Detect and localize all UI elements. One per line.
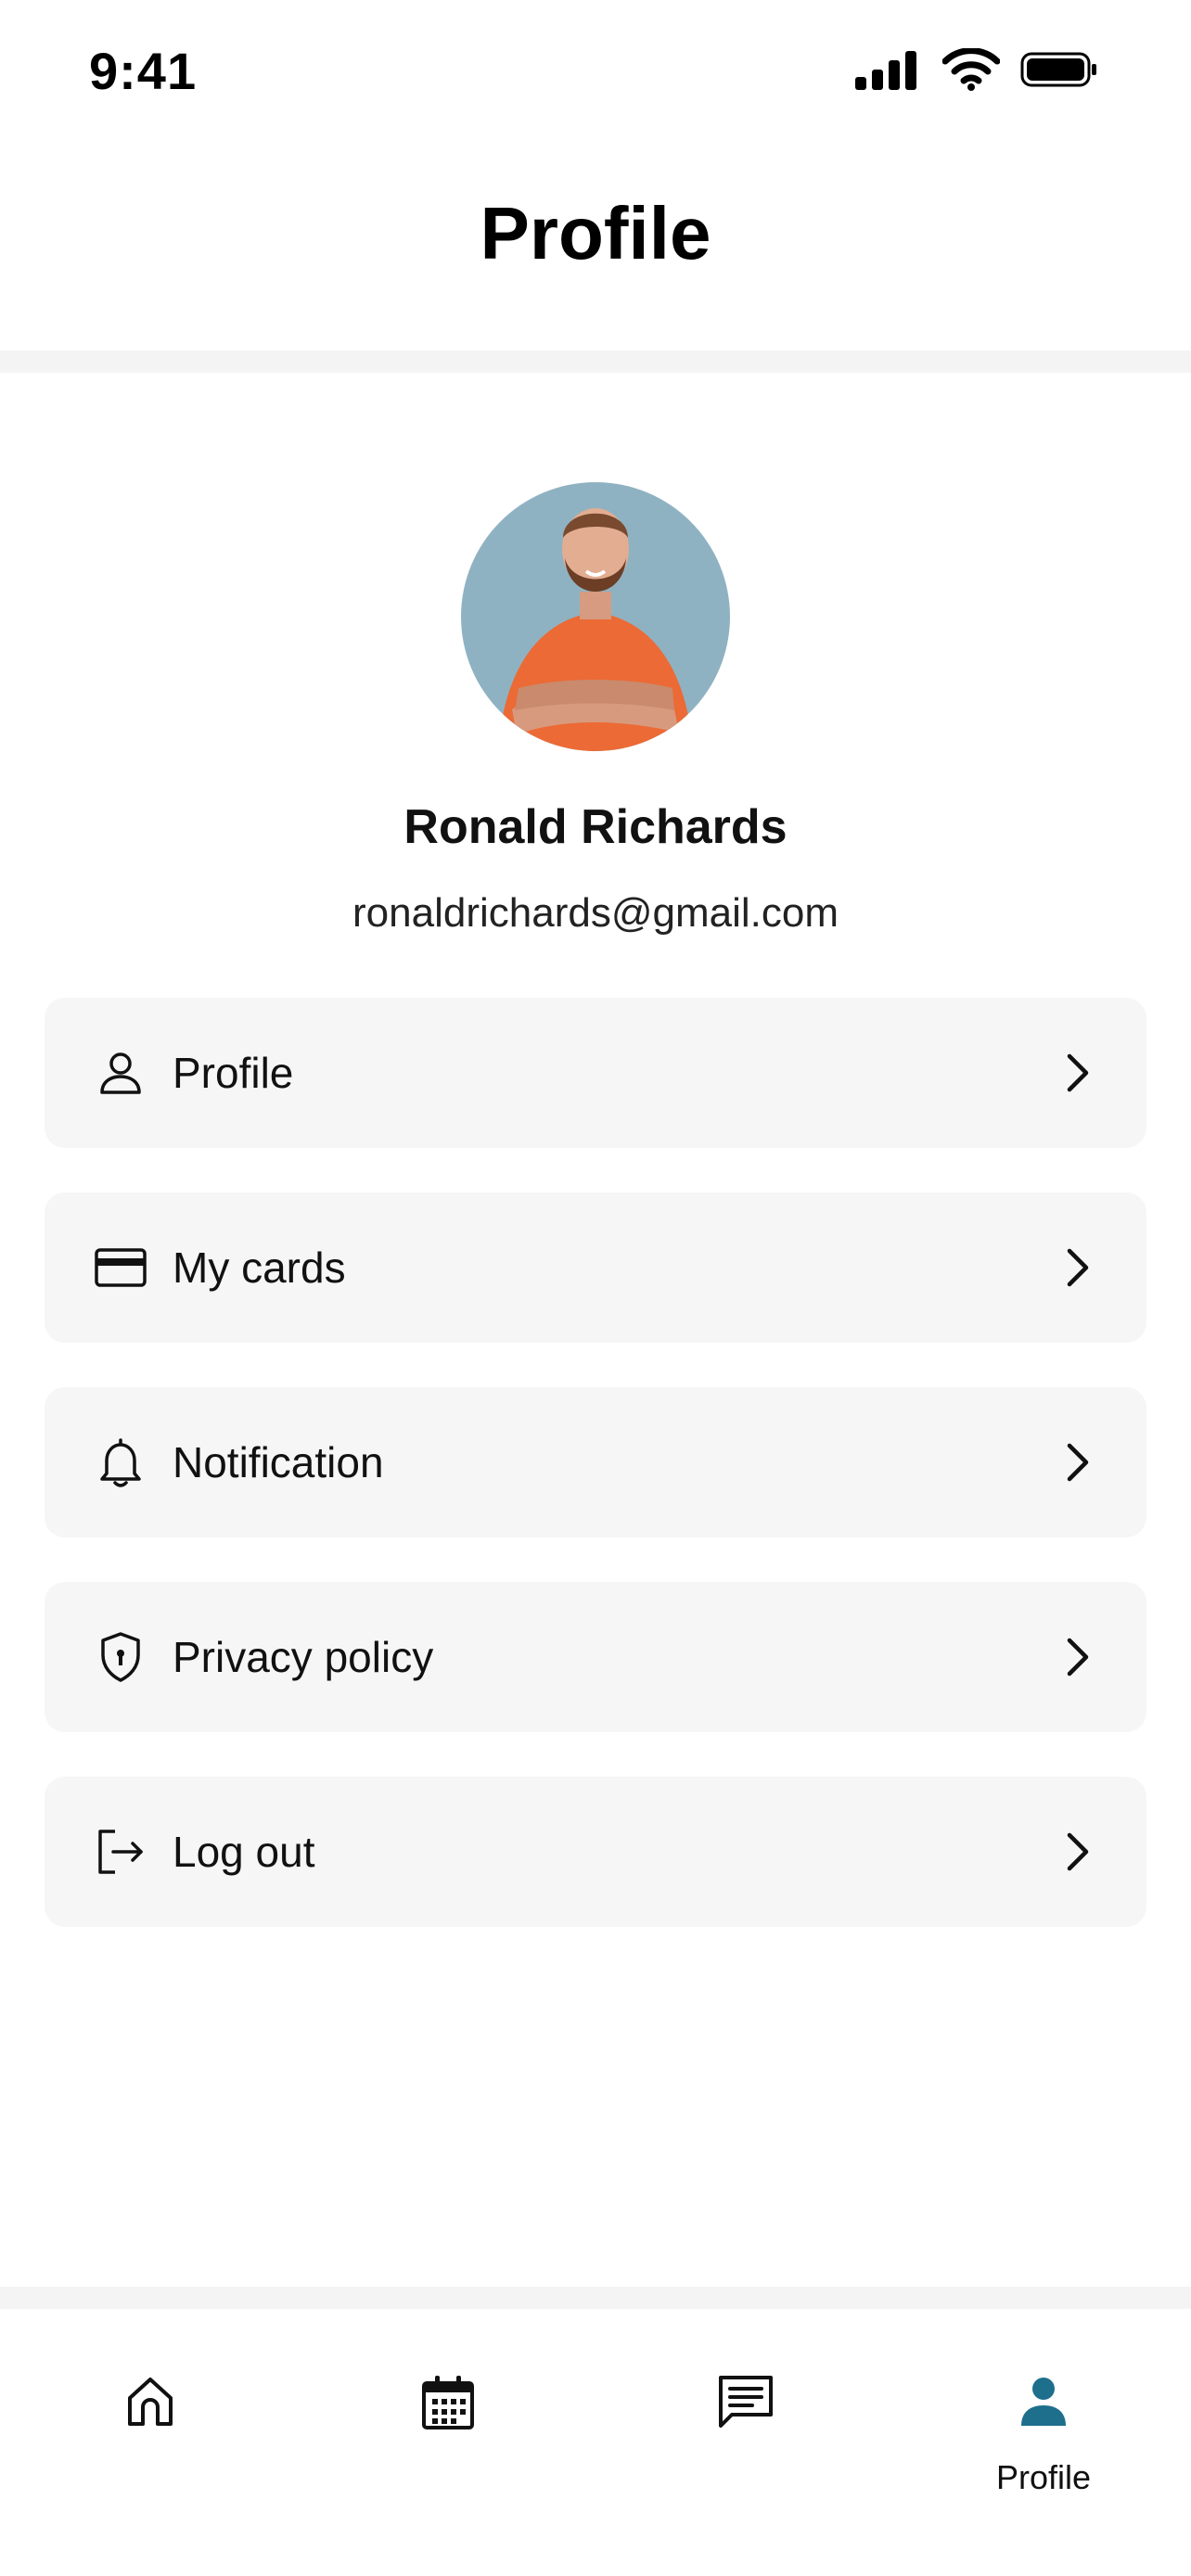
chevron-right-icon [1059,1436,1096,1488]
tab-home[interactable] [95,2374,206,2513]
menu-item-notification[interactable]: Notification [45,1387,1146,1537]
shield-icon [93,1629,148,1685]
user-name: Ronald Richards [403,800,788,854]
signal-icon [855,49,922,95]
avatar [461,482,730,751]
wifi-icon [941,47,1001,96]
menu-item-label: Profile [173,1049,294,1097]
menu-item-my-cards[interactable]: My cards [45,1192,1146,1343]
settings-menu: Profile My cards Notification Privacy po… [45,998,1146,1971]
chevron-right-icon [1059,1242,1096,1294]
calendar-icon [420,2374,476,2436]
page-title: Profile [480,192,711,274]
user-icon [93,1045,148,1101]
header-divider [0,351,1191,373]
menu-item-label: Log out [173,1828,315,1876]
bell-icon [93,1435,148,1490]
chevron-right-icon [1059,1631,1096,1683]
menu-item-label: My cards [173,1243,346,1292]
header: Profile [0,139,1191,351]
credit-card-icon [93,1240,148,1295]
status-icons [855,47,1098,96]
message-icon [717,2374,775,2436]
profile-icon [1018,2374,1069,2434]
chevron-right-icon [1059,1047,1096,1099]
status-time: 9:41 [89,42,198,100]
tab-profile[interactable]: Profile [988,2374,1099,2513]
menu-item-label: Privacy policy [173,1633,434,1681]
menu-item-profile[interactable]: Profile [45,998,1146,1148]
home-icon [124,2374,176,2434]
menu-item-privacy-policy[interactable]: Privacy policy [45,1582,1146,1732]
user-email: ronaldrichards@gmail.com [352,890,839,936]
menu-item-label: Notification [173,1438,384,1486]
tab-label-profile: Profile [995,2458,1092,2496]
tab-bar: Profile [0,2309,1191,2576]
chevron-right-icon [1059,1826,1096,1878]
status-bar: 9:41 [0,0,1191,139]
tab-bar-divider [0,2287,1191,2309]
tab-messages[interactable] [690,2374,801,2513]
battery-icon [1020,51,1098,93]
menu-item-log-out[interactable]: Log out [45,1777,1146,1927]
logout-icon [93,1824,148,1880]
tab-calendar[interactable] [392,2374,504,2513]
